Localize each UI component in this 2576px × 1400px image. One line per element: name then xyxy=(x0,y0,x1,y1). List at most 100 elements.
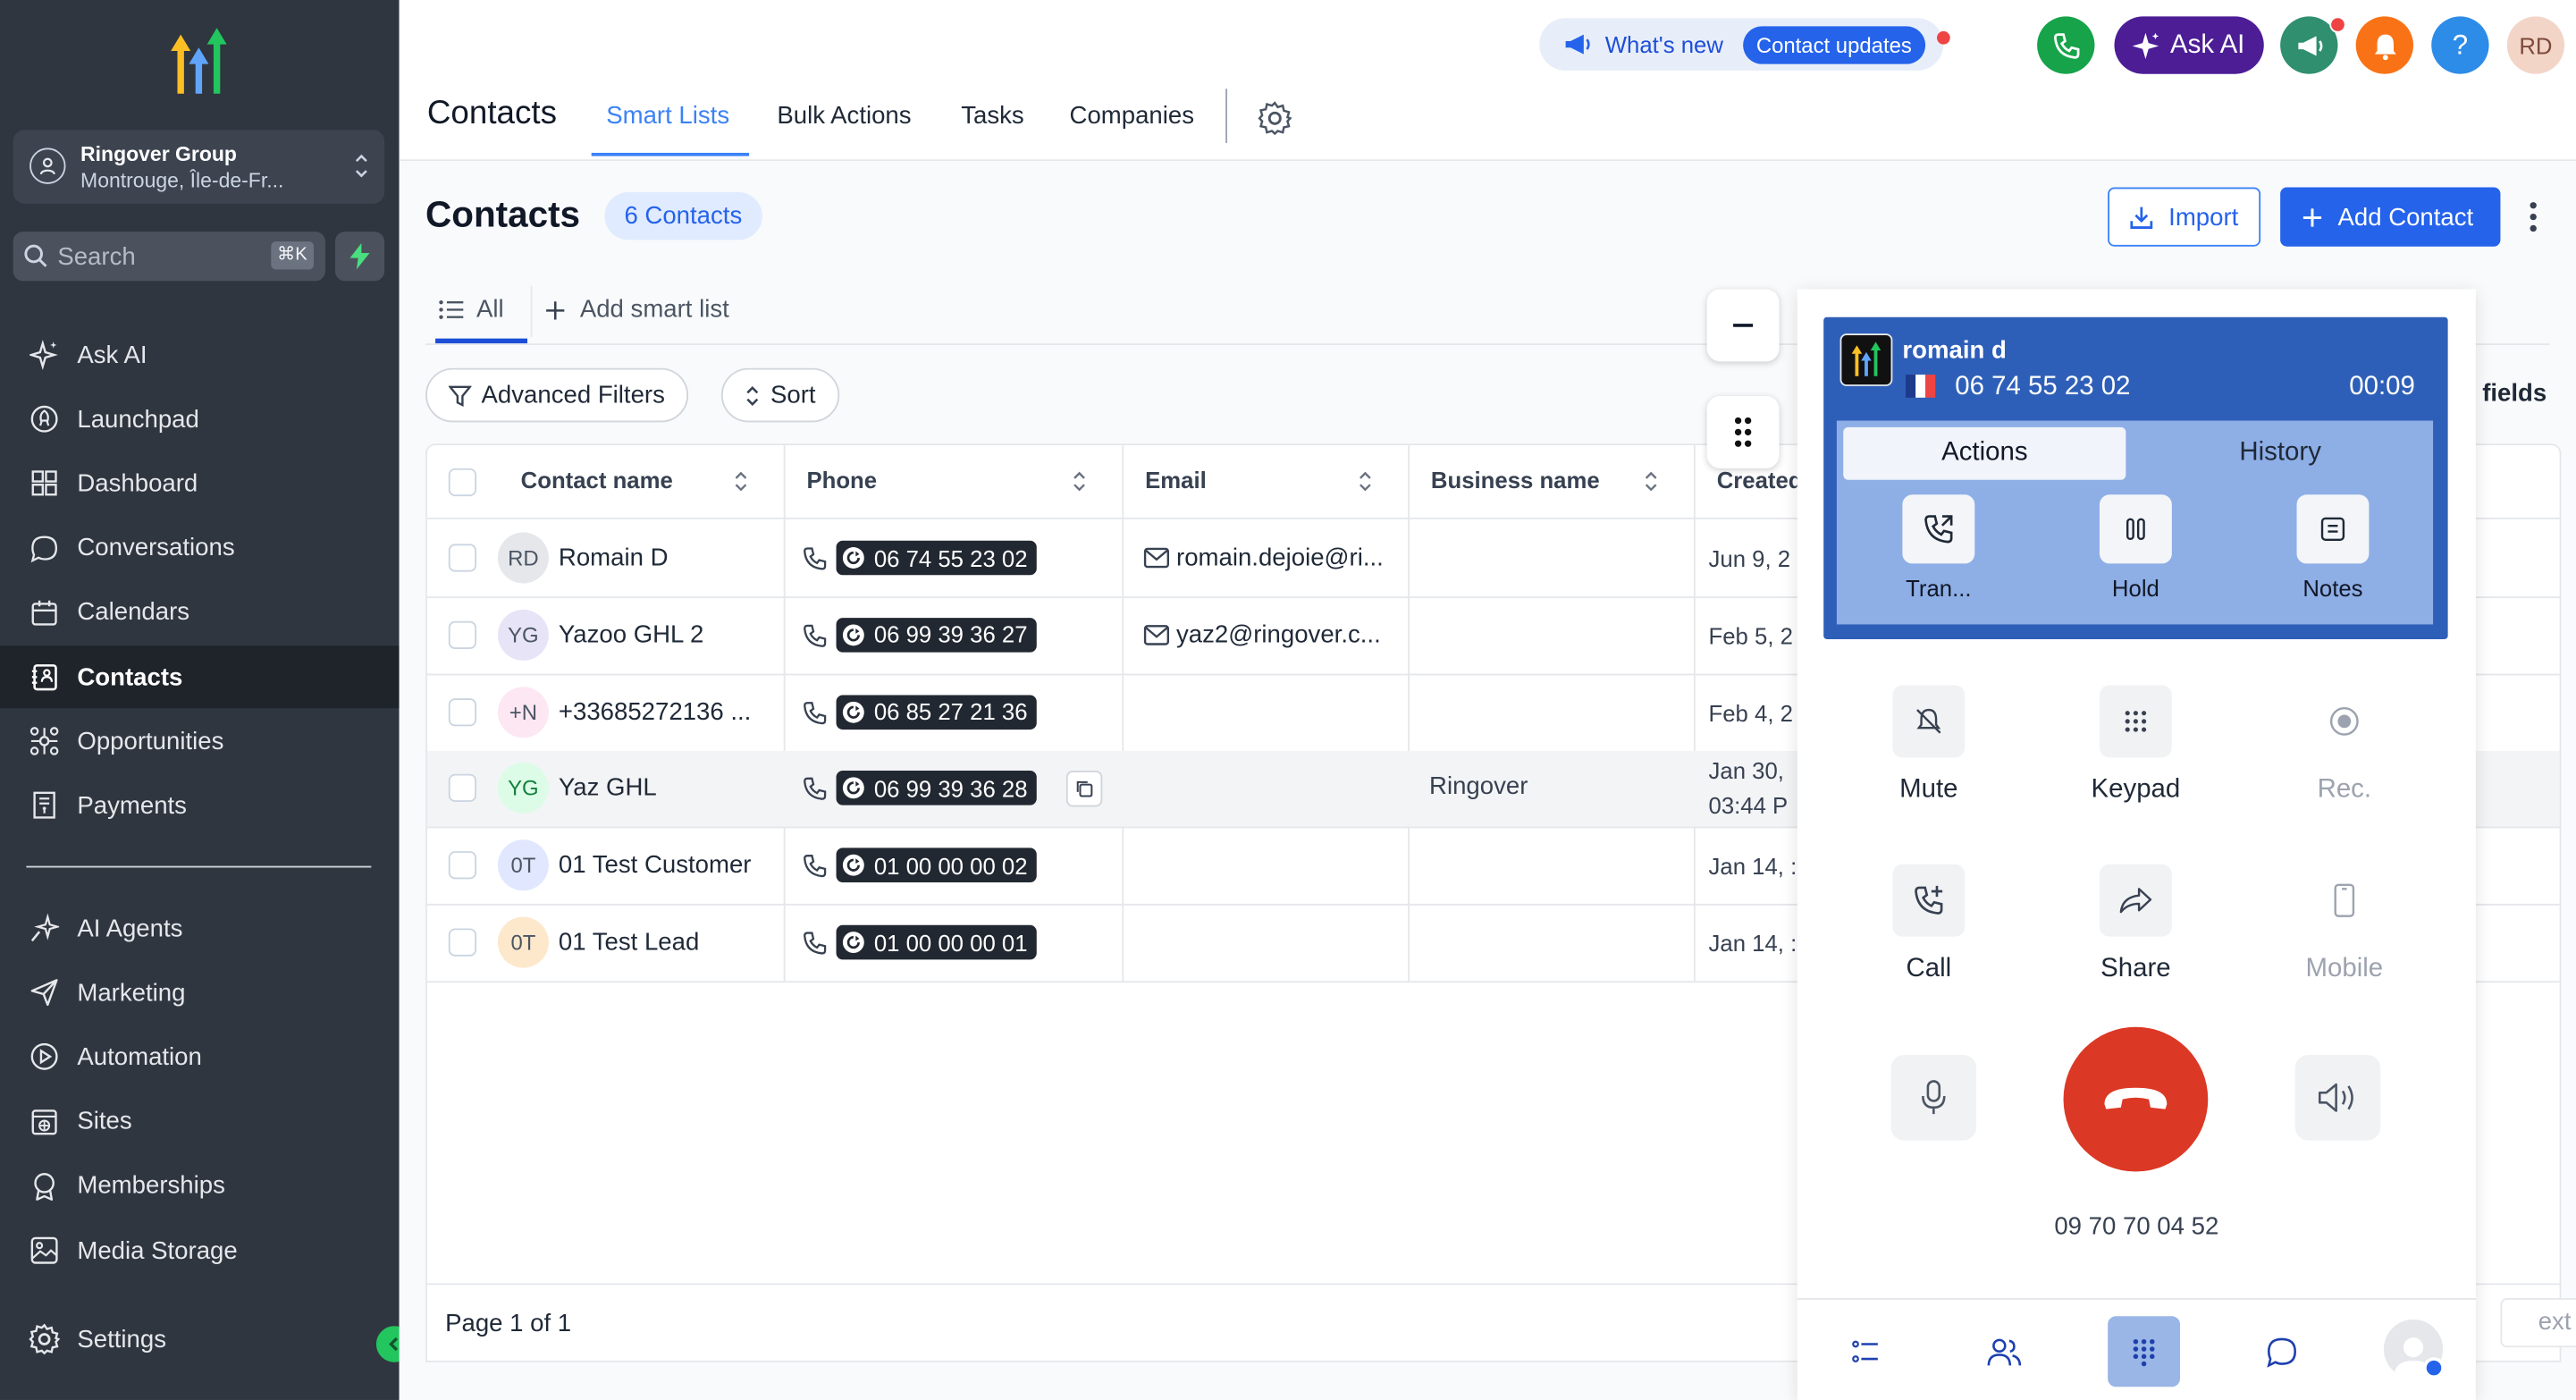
whats-new-link[interactable]: What's new xyxy=(1605,31,1723,57)
sidebar-item-settings[interactable]: Settings xyxy=(0,1308,400,1370)
tab-bulk-actions[interactable]: Bulk Actions xyxy=(777,102,911,130)
contact-name-link[interactable]: Yazoo GHL 2 xyxy=(559,620,703,648)
user-avatar[interactable]: RD xyxy=(2506,16,2565,74)
sidebar-item-ask-ai[interactable]: Ask AI xyxy=(0,324,400,386)
speaker-button[interactable] xyxy=(2294,1054,2381,1141)
phone-icon[interactable] xyxy=(802,930,828,956)
select-all-checkbox[interactable] xyxy=(448,468,477,497)
contact-name-link[interactable]: Romain D xyxy=(559,544,669,571)
sidebar-item-calendars[interactable]: Calendars xyxy=(0,581,400,644)
notes-icon xyxy=(2320,517,2345,541)
call-button[interactable]: Call xyxy=(1855,864,2002,984)
contact-name-link[interactable]: Yaz GHL xyxy=(559,774,657,802)
transfer-action[interactable]: Tran... xyxy=(1890,494,1988,602)
phone-button[interactable] xyxy=(2037,16,2095,74)
quick-action-button[interactable] xyxy=(334,232,385,282)
contact-updates-badge[interactable]: Contact updates xyxy=(1743,26,1925,64)
sort-updown-icon[interactable] xyxy=(1357,470,1373,493)
copy-icon[interactable] xyxy=(1065,771,1103,808)
phone-icon[interactable] xyxy=(802,699,828,725)
next-page-button[interactable]: ext xyxy=(2500,1298,2576,1348)
contact-name-link[interactable]: +33685272136 ... xyxy=(559,697,751,725)
mute-button[interactable]: Mute xyxy=(1855,685,2002,805)
column-header-created[interactable]: Created xyxy=(1717,467,1803,493)
column-header-email[interactable]: Email xyxy=(1145,467,1207,493)
sidebar-item-dashboard[interactable]: Dashboard xyxy=(0,452,400,515)
column-header-business-name[interactable]: Business name xyxy=(1431,467,1600,493)
tab-smart-lists[interactable]: Smart Lists xyxy=(606,102,729,130)
contacts-tab[interactable] xyxy=(1968,1316,2041,1387)
column-header-phone[interactable]: Phone xyxy=(806,467,877,493)
share-button[interactable]: Share xyxy=(2062,864,2210,984)
sidebar-item-memberships[interactable]: Memberships xyxy=(0,1155,400,1218)
keypad-button[interactable]: Keypad xyxy=(2062,685,2210,805)
ringover-click-to-call[interactable]: 01 00 00 00 01 xyxy=(836,924,1038,960)
ask-ai-button[interactable]: Ask AI xyxy=(2114,16,2264,74)
tab-tasks[interactable]: Tasks xyxy=(961,102,1023,130)
sort-updown-icon[interactable] xyxy=(1643,470,1659,493)
search-input[interactable]: Search ⌘K xyxy=(13,232,325,282)
email-link[interactable]: yaz2@ringover.c... xyxy=(1176,620,1381,648)
advanced-filters-button[interactable]: Advanced Filters xyxy=(425,367,688,423)
app-logo-icon[interactable] xyxy=(161,28,237,97)
phone-icon[interactable] xyxy=(802,622,828,648)
help-button[interactable]: ? xyxy=(2431,16,2489,74)
fields-button[interactable]: fields xyxy=(2482,380,2547,408)
contact-name-link[interactable]: 01 Test Lead xyxy=(559,928,699,956)
ringover-click-to-call[interactable]: 06 99 39 36 28 xyxy=(836,771,1038,806)
record-button[interactable]: Rec. xyxy=(2270,685,2418,805)
sidebar-item-marketing[interactable]: Marketing xyxy=(0,962,400,1025)
sidebar-item-ai-agents[interactable]: AI Agents xyxy=(0,898,400,960)
row-checkbox[interactable] xyxy=(448,544,477,572)
sidebar-item-conversations[interactable]: Conversations xyxy=(0,517,400,579)
tab-actions[interactable]: Actions xyxy=(1843,426,2126,480)
ringover-click-to-call[interactable]: 06 85 27 21 36 xyxy=(836,694,1038,730)
phone-icon[interactable] xyxy=(802,853,828,879)
sidebar-item-media-storage[interactable]: Media Storage xyxy=(0,1219,400,1282)
sort-updown-icon[interactable] xyxy=(1071,470,1087,493)
tab-companies[interactable]: Companies xyxy=(1070,102,1194,130)
ringover-click-to-call[interactable]: 06 74 55 23 02 xyxy=(836,540,1038,576)
row-checkbox[interactable] xyxy=(448,774,477,803)
row-checkbox[interactable] xyxy=(448,697,477,726)
add-smart-list-button[interactable]: Add smart list xyxy=(545,296,729,324)
sort-updown-icon[interactable] xyxy=(733,470,749,493)
account-switcher[interactable]: Ringover Group Montrouge, Île-de-Fr... xyxy=(13,130,385,204)
column-header-contact-name[interactable]: Contact name xyxy=(521,467,673,493)
sidebar-item-contacts[interactable]: Contacts xyxy=(0,645,400,709)
phone-icon[interactable] xyxy=(802,545,828,571)
sidebar-item-automation[interactable]: Automation xyxy=(0,1026,400,1089)
add-contact-button[interactable]: Add Contact xyxy=(2280,187,2501,247)
contact-name-link[interactable]: 01 Test Customer xyxy=(559,851,752,879)
mobile-button[interactable]: Mobile xyxy=(2270,864,2418,984)
row-checkbox[interactable] xyxy=(448,620,477,649)
keypad-tab[interactable] xyxy=(2108,1316,2181,1387)
drag-handle[interactable] xyxy=(1706,395,1780,468)
microphone-button[interactable] xyxy=(1890,1054,1977,1141)
hang-up-button[interactable] xyxy=(2063,1026,2209,1172)
row-checkbox[interactable] xyxy=(448,851,477,880)
minimize-dialer-button[interactable] xyxy=(1706,289,1780,362)
sidebar-item-opportunities[interactable]: Opportunities xyxy=(0,710,400,772)
whats-new-banner[interactable]: What's new Contact updates xyxy=(1539,18,1950,72)
tab-history[interactable]: History xyxy=(2134,427,2427,480)
contacts-settings-gear-icon[interactable] xyxy=(1257,100,1292,136)
row-checkbox[interactable] xyxy=(448,928,477,957)
smart-list-all-tab[interactable]: All xyxy=(439,296,504,324)
more-options-icon[interactable] xyxy=(2529,200,2538,233)
import-button[interactable]: Import xyxy=(2108,187,2261,247)
import-label: Import xyxy=(2168,202,2239,232)
ringover-click-to-call[interactable]: 01 00 00 00 02 xyxy=(836,848,1038,883)
sidebar-item-sites[interactable]: Sites xyxy=(0,1091,400,1153)
ringover-click-to-call[interactable]: 06 99 39 36 27 xyxy=(836,617,1038,653)
call-list-tab[interactable] xyxy=(1831,1316,1903,1387)
sidebar-item-payments[interactable]: Payments xyxy=(0,774,400,837)
sort-button[interactable]: Sort xyxy=(720,367,839,423)
notifications-button[interactable] xyxy=(2355,16,2414,74)
phone-icon[interactable] xyxy=(802,776,828,802)
hold-action[interactable]: Hold xyxy=(2086,494,2185,602)
email-link[interactable]: romain.dejoie@ri... xyxy=(1176,544,1384,571)
sidebar-item-launchpad[interactable]: Launchpad xyxy=(0,388,400,451)
messages-tab[interactable] xyxy=(2246,1316,2319,1387)
notes-action[interactable]: Notes xyxy=(2284,494,2382,602)
